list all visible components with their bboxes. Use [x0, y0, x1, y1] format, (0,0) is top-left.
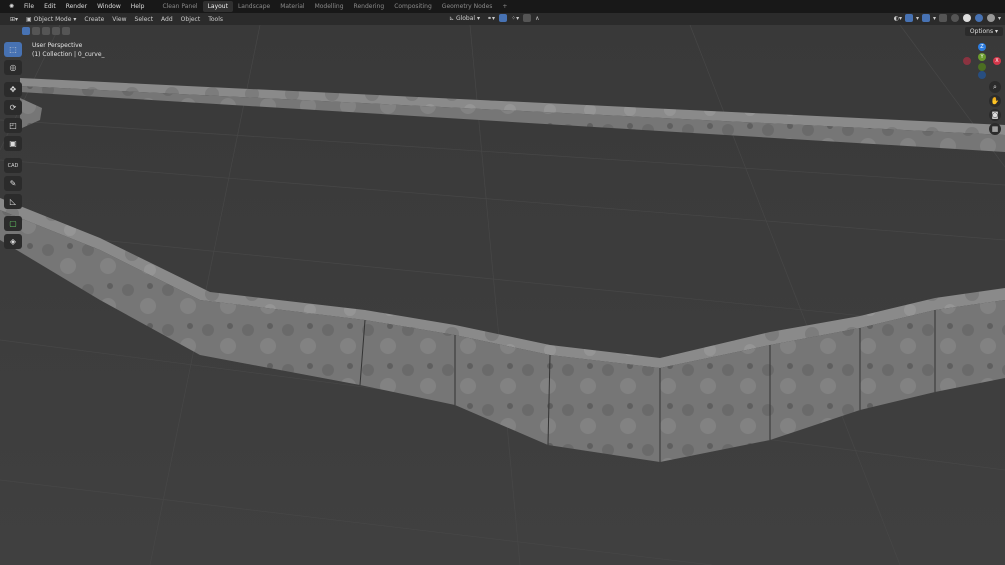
tab-landscape[interactable]: Landscape — [233, 1, 275, 12]
menu-select[interactable]: Select — [131, 16, 158, 23]
pivot-icon[interactable]: ⚭▾ — [487, 15, 495, 22]
menu-add[interactable]: Add — [157, 16, 177, 23]
annotate-tool-icon[interactable]: ✎ — [4, 176, 22, 191]
menu-view[interactable]: View — [108, 16, 130, 23]
snap-target-icon[interactable]: ⁘▾ — [511, 15, 519, 22]
editor-type-icon[interactable]: ⊞▾ — [6, 16, 22, 23]
menu-render[interactable]: Render — [61, 3, 92, 10]
menu-tools[interactable]: Tools — [204, 16, 227, 23]
gizmo-neg-z-axis[interactable] — [978, 71, 986, 79]
measure-tool-icon[interactable]: ◺ — [4, 194, 22, 209]
perspective-label: User Perspective — [32, 42, 83, 49]
transform-tool-icon[interactable]: ▣ — [4, 136, 22, 151]
viewport-info: User Perspective (1) Collection | 0_curv… — [32, 41, 105, 59]
camera-icon[interactable]: ◙ — [989, 109, 1001, 121]
gizmo-neg-x-axis[interactable] — [963, 57, 971, 65]
mode-label: Object Mode — [33, 15, 72, 23]
solid-shading-icon[interactable] — [962, 14, 971, 22]
viewport-scene — [0, 25, 1005, 565]
zoom-icon[interactable]: ⌕ — [989, 81, 1001, 93]
tool-shelf: ⬚ ◎ ✥ ⟳ ◰ ▣ CAD ✎ ◺ ▢ ◈ — [4, 42, 22, 249]
select-new-icon[interactable] — [22, 27, 30, 35]
menu-object[interactable]: Object — [177, 16, 205, 23]
visibility-icon[interactable]: ◐▾ — [894, 15, 902, 22]
menu-window[interactable]: Window — [92, 3, 126, 10]
select-extend-icon[interactable] — [32, 27, 40, 35]
select-subtract-icon[interactable] — [42, 27, 50, 35]
pan-hand-icon[interactable]: ✋ — [989, 95, 1001, 107]
tab-compositing[interactable]: Compositing — [389, 1, 437, 12]
menu-file[interactable]: File — [19, 3, 39, 10]
gizmo-toggle-icon[interactable] — [904, 14, 913, 22]
gizmo-z-axis[interactable]: Z — [978, 43, 986, 51]
falloff-icon[interactable]: ∧ — [535, 15, 539, 22]
rotate-tool-icon[interactable]: ⟳ — [4, 100, 22, 115]
collection-label: (1) Collection | 0_curve_ — [32, 51, 105, 58]
add-workspace-button[interactable]: + — [497, 1, 512, 12]
menu-help[interactable]: Help — [126, 3, 150, 10]
3d-viewport[interactable] — [0, 25, 1005, 565]
scale-tool-icon[interactable]: ◰ — [4, 118, 22, 133]
tab-clean-panel[interactable]: Clean Panel — [157, 1, 202, 12]
orientation-dropdown[interactable]: ⊾ Global ▾ — [445, 15, 484, 22]
tab-rendering[interactable]: Rendering — [349, 1, 390, 12]
shading-controls: ◐▾ ▾ ▾ ▾ — [893, 14, 1001, 22]
tab-material[interactable]: Material — [275, 1, 309, 12]
orientation-label: Global — [455, 14, 476, 22]
select-intersect-icon[interactable] — [62, 27, 70, 35]
cad-tool-icon[interactable]: CAD — [4, 158, 22, 173]
tab-layout[interactable]: Layout — [202, 1, 233, 12]
move-tool-icon[interactable]: ✥ — [4, 82, 22, 97]
xray-icon[interactable] — [938, 14, 947, 22]
gizmo-neg-y-axis[interactable] — [978, 63, 986, 71]
mode-dropdown[interactable]: ▣ Object Mode ▾ — [22, 16, 80, 23]
wireframe-shading-icon[interactable] — [950, 14, 959, 22]
snap-toggle-icon[interactable] — [499, 14, 508, 22]
cursor-tool-icon[interactable]: ◎ — [4, 60, 22, 75]
gizmo-y-axis[interactable]: Y — [978, 53, 986, 61]
menu-create[interactable]: Create — [80, 16, 108, 23]
tab-geometry-nodes[interactable]: Geometry Nodes — [437, 1, 498, 12]
blender-logo-icon[interactable]: ✺ — [4, 3, 19, 10]
proportional-edit-icon[interactable] — [523, 14, 532, 22]
add-cube-tool-icon[interactable]: ▢ — [4, 216, 22, 231]
menu-edit[interactable]: Edit — [39, 3, 61, 10]
transform-tools: ⊾ Global ▾ ⚭▾ ⁘▾ ∧ — [445, 14, 540, 22]
material-shading-icon[interactable] — [974, 14, 983, 22]
tab-modelling[interactable]: Modelling — [310, 1, 349, 12]
options-dropdown[interactable]: Options ▾ — [964, 27, 1003, 36]
top-bar: ✺ File Edit Render Window Help Clean Pan… — [0, 0, 1005, 13]
selection-modes — [21, 27, 71, 35]
overlay-toggle-icon[interactable] — [921, 14, 930, 22]
transform-pivot-tool-icon[interactable]: ◈ — [4, 234, 22, 249]
options-label: Options — [969, 28, 994, 35]
perspective-grid-icon[interactable]: ▦ — [989, 123, 1001, 135]
gizmo-x-axis[interactable]: X — [993, 57, 1001, 65]
select-invert-icon[interactable] — [52, 27, 60, 35]
select-box-tool-icon[interactable]: ⬚ — [4, 42, 22, 57]
rendered-shading-icon[interactable] — [986, 14, 995, 22]
